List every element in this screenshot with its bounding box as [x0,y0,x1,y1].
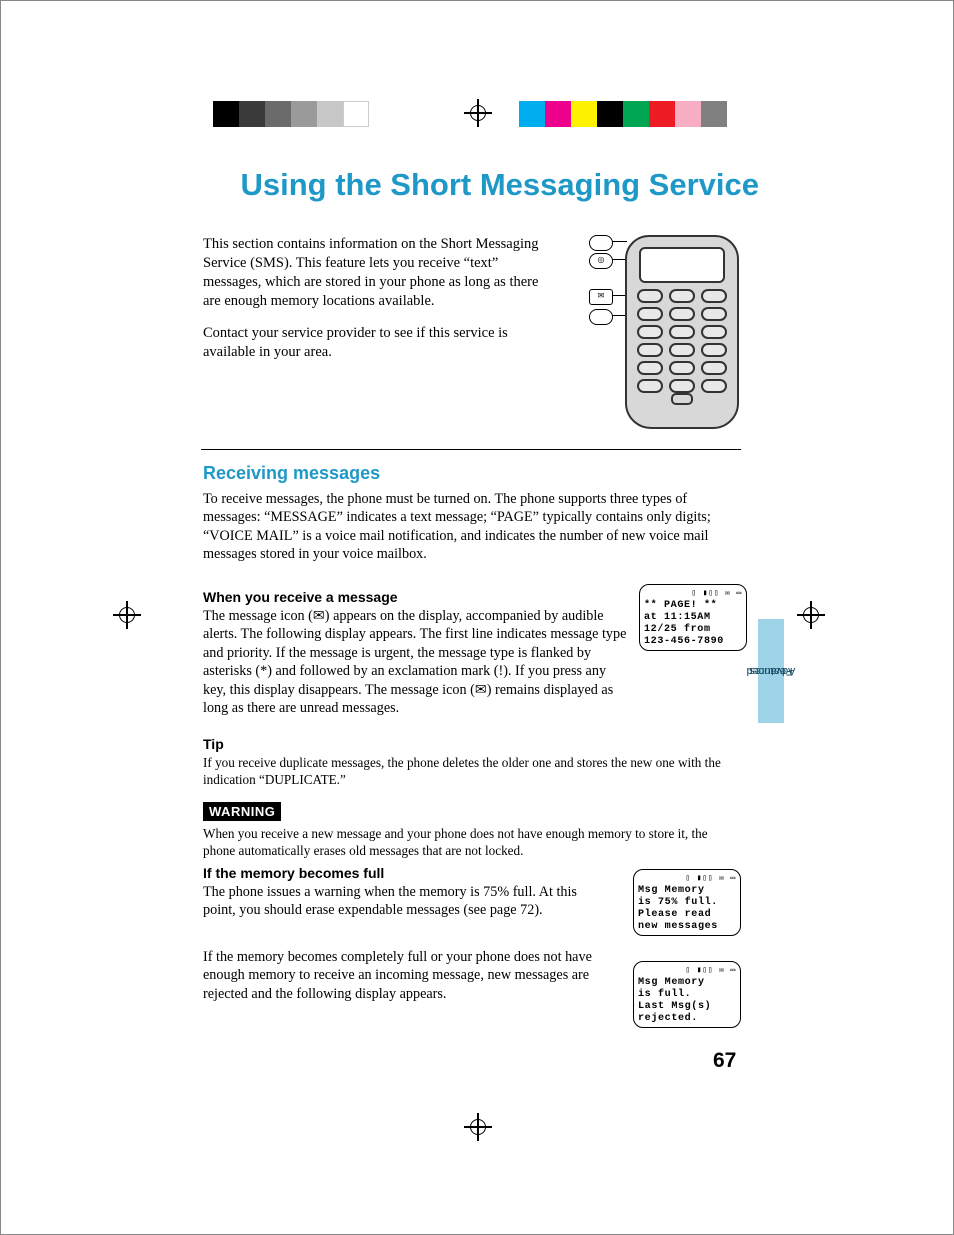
lcd-status-icons: ▯ ▮▯▯ ✉ ▭ [644,589,742,598]
handset-icon [625,235,739,429]
callout-icon: ◎ [589,253,613,269]
lcd-line: is 75% full. [638,897,736,909]
callout-line [591,241,627,242]
lcd-line: at 11:15AM [644,612,742,624]
body-text: If the memory becomes completely full or… [203,948,608,1003]
lcd-line: Please read [638,909,736,921]
section-divider [201,449,741,450]
body-text: The message icon (✉) appears on the disp… [203,607,628,718]
callout-icon [589,309,613,325]
lcd-display-page: ▯ ▮▯▯ ✉ ▭ ** PAGE! ** at 11:15AM 12/25 f… [639,584,747,651]
lcd-line: ** PAGE! ** [644,600,742,612]
registration-mark-icon [113,601,141,629]
manual-page: Using the Short Messaging Service This s… [0,0,954,1235]
callout-icon [589,235,613,251]
section-receiving: Receiving messages To receive messages, … [203,463,741,564]
warning-text: When you receive a new message and your … [203,825,743,859]
page-number: 67 [713,1049,736,1073]
phone-screen [639,247,725,283]
grayscale-swatches [213,101,369,127]
intro-paragraph: This section contains information on the… [203,235,548,310]
body-text: The phone issues a warning when the memo… [203,883,603,920]
intro-block: This section contains information on the… [203,235,548,376]
lcd-line: rejected. [638,1013,736,1025]
lcd-line: Msg Memory [638,885,736,897]
page-title: Using the Short Messaging Service [199,167,759,203]
lcd-line: 123-456-7890 [644,636,742,648]
lcd-status-icons: ▯ ▮▯▯ ✉ ▭ [638,874,736,883]
phone-illustration: ◎ ✉ [591,235,739,425]
callout-line: ◎ [591,259,627,260]
section-heading: Receiving messages [203,463,741,484]
intro-paragraph: Contact your service provider to see if … [203,324,548,362]
callout-line: ✉ [591,295,627,296]
lcd-line: is full. [638,989,736,1001]
warning-badge: WARNING [203,802,281,821]
lcd-line: new messages [638,921,736,933]
lcd-line: 12/25 from [644,624,742,636]
registration-mark-icon [464,99,492,127]
lcd-line: Msg Memory [638,977,736,989]
registration-mark-icon [797,601,825,629]
phone-keypad [637,289,727,409]
lcd-display-memory-full: ▯ ▮▯▯ ✉ ▭ Msg Memory is full. Last Msg(s… [633,961,741,1028]
color-swatches [519,101,727,127]
registration-mark-icon [464,1113,492,1141]
callout-line [591,315,627,316]
body-text: To receive messages, the phone must be t… [203,490,743,564]
tip-heading: Tip [203,736,741,752]
lcd-line: Last Msg(s) [638,1001,736,1013]
tip-text: If you receive duplicate messages, the p… [203,754,743,788]
envelope-icon: ✉ [589,289,613,305]
lcd-display-memory-75: ▯ ▮▯▯ ✉ ▭ Msg Memory is 75% full. Please… [633,869,741,936]
thumb-tab-advanced-features: Advanced Features [758,619,784,723]
lcd-status-icons: ▯ ▮▯▯ ✉ ▭ [638,966,736,975]
